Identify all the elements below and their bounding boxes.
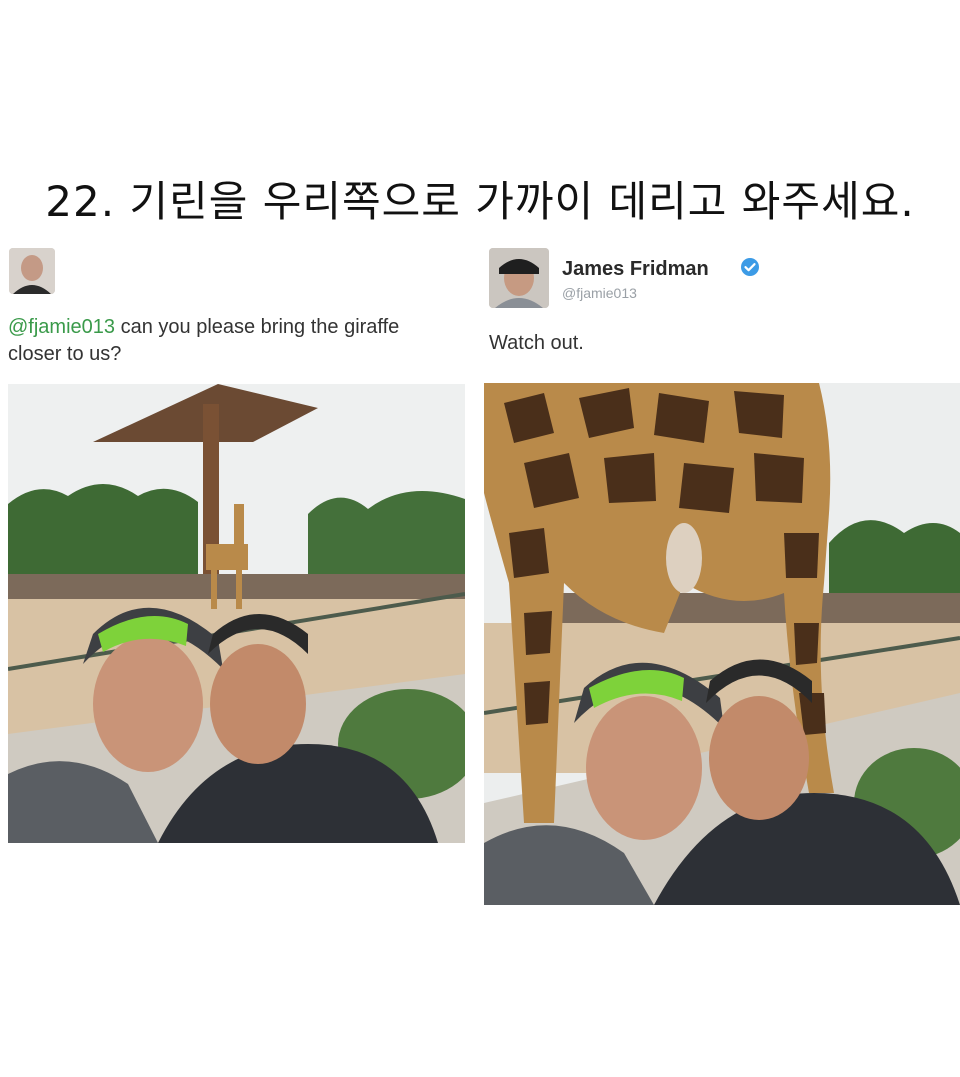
left-tweet-photo[interactable]: [8, 384, 465, 843]
left-tweet-text: @fjamie013 can you please bring the gira…: [8, 314, 468, 368]
headline: 22. 기린을 우리쪽으로 가까이 데리고 와주세요.: [45, 177, 915, 226]
tweet-text-line1: can you please bring the giraffe: [115, 316, 400, 338]
left-tweet-avatar[interactable]: [9, 248, 55, 294]
author-handle[interactable]: @fjamie013: [562, 285, 637, 301]
right-tweet-avatar[interactable]: [489, 248, 549, 308]
user-avatar-icon: [9, 248, 55, 294]
right-tweet-text: Watch out.: [489, 332, 584, 354]
verified-badge-icon: [741, 258, 759, 276]
tweet-text-line2: closer to us?: [8, 343, 122, 365]
selfie-photo: [8, 384, 465, 843]
right-tweet-photo[interactable]: [484, 383, 960, 905]
edited-photo: [484, 383, 960, 905]
author-name[interactable]: James Fridman: [562, 258, 709, 281]
user-avatar-cap-icon: [489, 248, 549, 308]
mention-link[interactable]: @fjamie013: [8, 316, 115, 338]
